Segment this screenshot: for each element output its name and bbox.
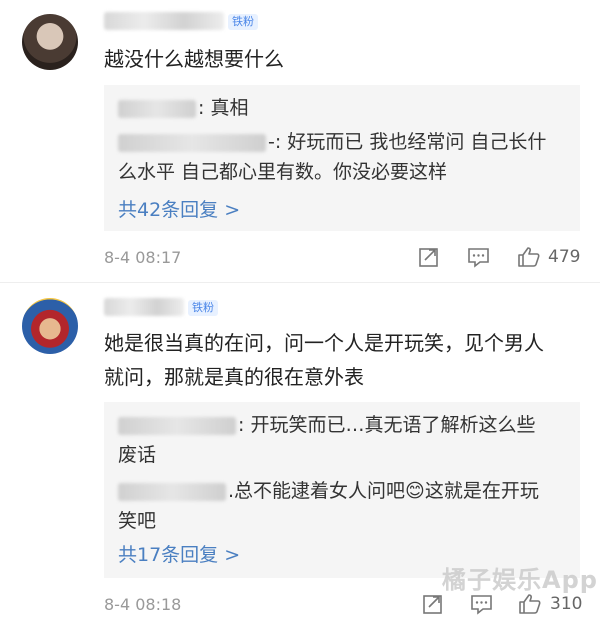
more-replies-link[interactable]: 共17条回复 >: [118, 540, 240, 570]
reply-author-blurred[interactable]: [118, 99, 196, 118]
reply-item[interactable]: .总不能逮着女人问吧😊这就是在开玩: [118, 476, 539, 506]
comment-icon[interactable]: [470, 593, 494, 615]
comment-text: 就问，那就是真的很在意外表: [104, 365, 364, 389]
reply-author-blurred[interactable]: [118, 133, 266, 152]
reply-text-continued: 废话: [118, 444, 157, 466]
reply-author-suffix: -:: [268, 131, 282, 153]
like-count: 310: [550, 594, 583, 614]
fan-badge: 铁粉: [228, 14, 258, 30]
timestamp: 8-4 08:17: [104, 248, 182, 267]
reply-text: 开玩笑而已…真无语了解析这么些: [244, 414, 536, 436]
reply-box[interactable]: : 真相 -: 好玩而已 我也经常问 自己长什 么水平 自己都心里有数。你没必要…: [104, 85, 580, 231]
avatar[interactable]: [22, 14, 78, 70]
reply-text: 真相: [204, 97, 249, 119]
reply-text: 总不能逮着女人问吧😊这就是在开玩: [234, 480, 539, 502]
thumbs-up-icon[interactable]: [517, 245, 541, 269]
reply-author-blurred[interactable]: [118, 482, 226, 501]
avatar[interactable]: [22, 298, 78, 354]
thumbs-up-icon[interactable]: [518, 592, 542, 616]
reply-text-continued: 么水平 自己都心里有数。你没必要这样: [118, 161, 448, 183]
more-replies-link[interactable]: 共42条回复 >: [118, 195, 240, 225]
reply-author-blurred[interactable]: [118, 416, 236, 435]
reply-item[interactable]: : 开玩笑而已…真无语了解析这么些: [118, 410, 535, 440]
reply-text: 好玩而已 我也经常问 自己长什: [281, 131, 547, 153]
reply-item[interactable]: : 真相: [118, 93, 248, 123]
reply-item[interactable]: -: 好玩而已 我也经常问 自己长什: [118, 127, 546, 157]
fan-badge: 铁粉: [188, 300, 218, 316]
watermark: 橘子娱乐App: [442, 566, 598, 594]
share-icon[interactable]: [418, 246, 440, 268]
comment-icon[interactable]: [467, 246, 491, 268]
share-icon[interactable]: [422, 593, 444, 615]
username-blurred[interactable]: [104, 298, 184, 316]
reply-text-continued: 笑吧: [118, 510, 157, 532]
comment-text: 她是很当真的在问，问一个人是开玩笑，见个男人: [104, 331, 544, 355]
comment-text: 越没什么越想要什么: [104, 47, 284, 71]
reply-box[interactable]: : 开玩笑而已…真无语了解析这么些 废话 .总不能逮着女人问吧😊这就是在开玩 笑…: [104, 402, 580, 578]
timestamp: 8-4 08:18: [104, 595, 182, 614]
divider: [0, 282, 600, 283]
like-count: 479: [548, 247, 581, 267]
username-blurred[interactable]: [104, 12, 224, 30]
